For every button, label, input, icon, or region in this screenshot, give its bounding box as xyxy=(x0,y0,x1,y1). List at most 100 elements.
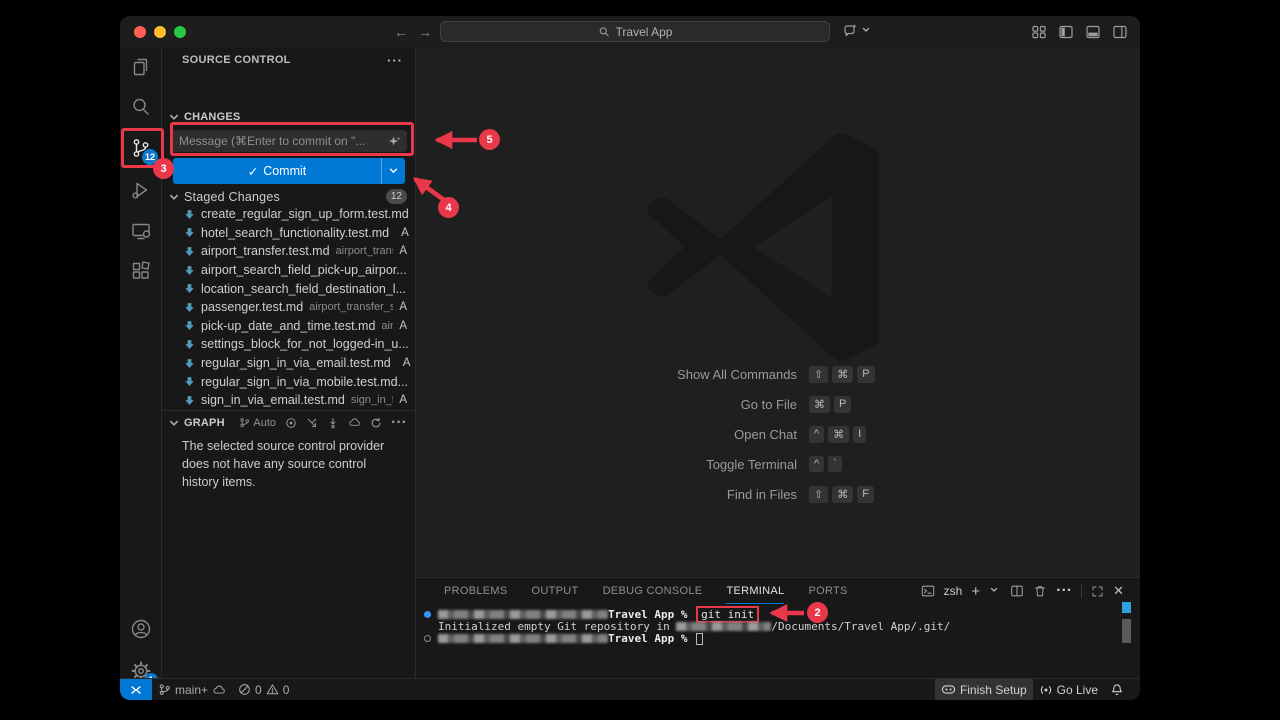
tab-debug-console[interactable]: DEBUG CONSOLE xyxy=(603,578,703,604)
staged-file-row[interactable]: settings_block_for_not_logged-in_u...A xyxy=(162,335,415,354)
finish-setup-button[interactable]: Finish Setup xyxy=(935,679,1033,700)
terminal-cursor xyxy=(696,633,703,645)
markdown-file-icon xyxy=(184,302,195,313)
key: ⌘ xyxy=(832,366,853,383)
zoom-window-button[interactable] xyxy=(174,26,186,38)
key: ⌘ xyxy=(828,426,849,443)
problems-indicator[interactable]: 0 0 xyxy=(232,679,295,700)
staged-file-row[interactable]: sign_in_via_email.test.mdsign_in_fo...A xyxy=(162,391,415,410)
copilot-menu[interactable] xyxy=(842,23,873,39)
search-icon xyxy=(598,26,610,38)
staged-file-row[interactable]: location_search_field_destination_l...A xyxy=(162,279,415,298)
commit-button[interactable]: ✓ Commit xyxy=(173,158,405,184)
terminal-output[interactable]: Travel App % git init Initialized empty … xyxy=(424,608,1116,645)
traffic-lights xyxy=(134,26,186,38)
staged-count-badge: 12 xyxy=(386,189,407,204)
chevron-down-icon xyxy=(168,417,180,429)
panel-title: SOURCE CONTROL xyxy=(182,54,291,66)
pull-icon[interactable] xyxy=(327,417,339,429)
git-status-added: A xyxy=(395,227,409,239)
close-window-button[interactable] xyxy=(134,26,146,38)
staged-file-row[interactable]: regular_sign_in_via_mobile.test.md...A xyxy=(162,372,415,391)
kill-terminal-icon[interactable] xyxy=(1033,584,1047,598)
go-live-button[interactable]: Go Live xyxy=(1033,679,1104,700)
account-icon[interactable] xyxy=(129,617,153,641)
staged-file-row[interactable]: hotel_search_functionality.test.mdA xyxy=(162,224,415,243)
markdown-file-icon xyxy=(184,209,195,220)
terminal-dropdown-icon[interactable] xyxy=(989,585,1001,597)
terminal-scrollbar[interactable] xyxy=(1122,619,1131,643)
title-bar: ← → Travel App xyxy=(120,16,1140,47)
graph-section-header[interactable]: GRAPH Auto ··· xyxy=(162,410,415,432)
branch-indicator[interactable]: main+ xyxy=(152,679,232,700)
extensions-icon[interactable] xyxy=(129,259,153,283)
split-terminal-icon[interactable] xyxy=(1010,584,1024,598)
run-debug-icon[interactable] xyxy=(129,178,153,202)
staged-file-row[interactable]: pick-up_date_and_time.test.mdairp...A xyxy=(162,317,415,336)
staged-file-row[interactable]: passenger.test.mdairport_transfer_s...A xyxy=(162,298,415,317)
key: ^ xyxy=(809,426,824,443)
redacted-text xyxy=(676,622,771,631)
staged-file-row[interactable]: regular_sign_in_via_email.test.mdsi...A xyxy=(162,354,415,373)
copilot-chat-icon xyxy=(842,23,858,39)
tab-output[interactable]: OUTPUT xyxy=(532,578,579,604)
bottom-panel: PROBLEMS OUTPUT DEBUG CONSOLE TERMINAL P… xyxy=(416,577,1140,678)
tab-terminal[interactable]: TERMINAL xyxy=(726,578,784,604)
more-actions-icon[interactable]: ··· xyxy=(387,53,403,68)
key: P xyxy=(857,366,874,383)
redacted-text xyxy=(438,610,608,619)
shell-label[interactable]: zsh xyxy=(944,584,963,598)
search-view-icon[interactable] xyxy=(129,95,153,119)
git-init-command: git init xyxy=(696,606,759,623)
refresh-icon[interactable] xyxy=(370,417,382,429)
graph-more-icon[interactable]: ··· xyxy=(391,414,407,432)
markdown-file-icon xyxy=(184,246,195,257)
staged-file-row[interactable]: airport_search_field_pick-up_airpor...A xyxy=(162,261,415,280)
terminal-line: Travel App % git init xyxy=(424,608,1116,620)
toggle-secondary-sidebar-icon[interactable] xyxy=(1112,24,1128,40)
key: ` xyxy=(828,456,842,472)
minimize-window-button[interactable] xyxy=(154,26,166,38)
history-back-icon[interactable]: ← xyxy=(394,24,408,40)
search-text: Travel App xyxy=(616,25,673,39)
remote-explorer-icon[interactable] xyxy=(129,219,153,243)
redacted-text xyxy=(438,634,608,643)
commit-dropdown-button[interactable] xyxy=(381,158,405,184)
close-panel-icon[interactable]: ✕ xyxy=(1113,583,1124,599)
staged-file-row[interactable]: airport_transfer.test.mdairport_trans...… xyxy=(162,242,415,261)
panel-more-icon[interactable]: ··· xyxy=(1056,582,1072,600)
scrollbar-marker xyxy=(1122,602,1131,613)
remote-indicator[interactable] xyxy=(120,679,152,701)
customize-layout-icon[interactable] xyxy=(1031,24,1047,40)
history-forward-icon[interactable]: → xyxy=(418,24,432,40)
fetch-icon[interactable] xyxy=(306,417,318,429)
tab-problems[interactable]: PROBLEMS xyxy=(444,578,508,604)
markdown-file-icon xyxy=(184,376,195,387)
welcome-shortcuts: Show All Commands⇧⌘P Go to File⌘P Open C… xyxy=(416,359,1140,509)
markdown-file-icon xyxy=(184,227,195,238)
git-status-added: A xyxy=(397,357,411,369)
annotation-number-3: 3 xyxy=(153,158,174,179)
target-icon[interactable] xyxy=(285,417,297,429)
broadcast-icon xyxy=(1039,683,1053,697)
staged-file-row[interactable]: create_regular_sign_up_form.test.mdA xyxy=(162,205,415,224)
maximize-panel-icon[interactable] xyxy=(1091,585,1104,598)
new-terminal-icon[interactable]: + xyxy=(971,583,980,600)
key: P xyxy=(834,396,851,413)
check-icon: ✓ xyxy=(248,164,258,179)
tab-ports[interactable]: PORTS xyxy=(808,578,847,604)
key: ⇧ xyxy=(809,486,828,503)
command-center-search[interactable]: Travel App xyxy=(440,21,830,42)
key: ⌘ xyxy=(832,486,853,503)
notifications-bell-icon[interactable] xyxy=(1104,679,1130,700)
markdown-file-icon xyxy=(184,320,195,331)
graph-auto-toggle[interactable]: Auto xyxy=(239,417,276,429)
toggle-panel-icon[interactable] xyxy=(1085,24,1101,40)
explorer-icon[interactable] xyxy=(129,55,153,79)
annotation-box-commit-button xyxy=(170,122,414,156)
staged-changes-header[interactable]: Staged Changes 12 xyxy=(162,188,415,205)
push-cloud-icon[interactable] xyxy=(348,416,361,429)
key: ^ xyxy=(809,456,824,472)
copilot-face-icon xyxy=(941,682,956,697)
toggle-primary-sidebar-icon[interactable] xyxy=(1058,24,1074,40)
